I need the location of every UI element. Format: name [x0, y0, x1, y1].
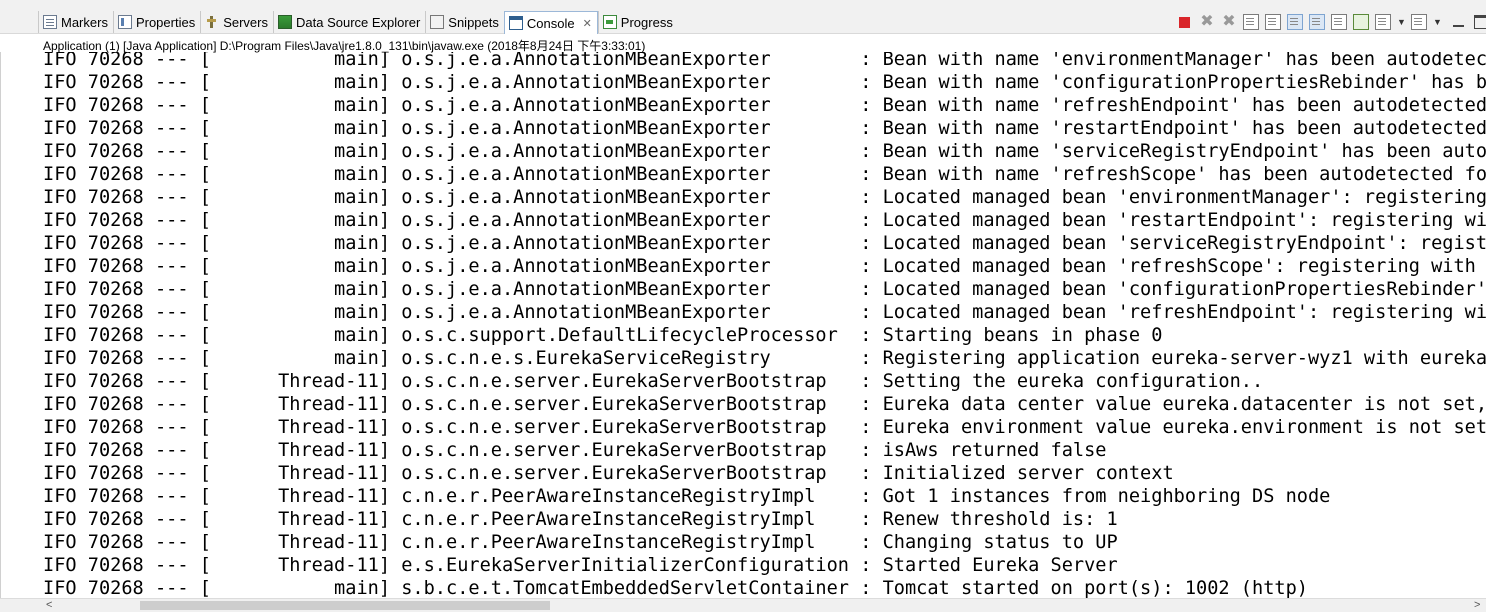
console-line: IFO 70268 --- [ main] o.s.j.e.a.Annotati… — [43, 187, 1486, 208]
open-console-icon[interactable] — [1411, 14, 1427, 30]
data-source-explorer-icon — [278, 15, 292, 29]
chevron-down-icon[interactable]: ▼ — [1397, 17, 1406, 27]
chevron-down-icon[interactable]: ▼ — [1433, 17, 1442, 27]
tab-label: Console — [526, 15, 575, 31]
scroll-lock-icon[interactable] — [1265, 14, 1281, 30]
console-line: IFO 70268 --- [ main] o.s.j.e.a.Annotati… — [43, 95, 1486, 116]
console-line: IFO 70268 --- [ Thread-11] o.s.c.n.e.ser… — [43, 417, 1486, 438]
scroll-right-icon[interactable]: > — [1474, 599, 1480, 612]
horizontal-scrollbar[interactable]: < > — [0, 598, 1486, 612]
console-line: IFO 70268 --- [ main] o.s.j.e.a.Annotati… — [43, 164, 1486, 185]
tab-snippets[interactable]: Snippets — [425, 11, 504, 33]
properties-icon — [117, 15, 132, 29]
tab-data-source-explorer[interactable]: Data Source Explorer — [273, 11, 425, 33]
console-line: IFO 70268 --- [ Thread-11] c.n.e.r.PeerA… — [43, 532, 1118, 553]
console-line: IFO 70268 --- [ main] o.s.j.e.a.Annotati… — [43, 72, 1486, 93]
console-line: IFO 70268 --- [ Thread-11] o.s.c.n.e.ser… — [43, 371, 1264, 392]
show-console-on-error-icon[interactable] — [1331, 14, 1347, 30]
console-line: IFO 70268 --- [ main] o.s.j.e.a.Annotati… — [43, 52, 1486, 70]
markers-icon — [43, 15, 57, 29]
console-line: IFO 70268 --- [ Thread-11] o.s.c.n.e.ser… — [43, 440, 1107, 461]
console-line: IFO 70268 --- [ main] o.s.j.e.a.Annotati… — [43, 141, 1486, 162]
remove-all-terminated-icon[interactable]: ✖ — [1221, 14, 1237, 30]
servers-icon — [205, 15, 219, 29]
tab-label: Data Source Explorer — [296, 14, 421, 30]
tab-console[interactable]: Console ✕ — [503, 11, 598, 34]
tab-markers[interactable]: Markers — [38, 11, 113, 33]
tab-servers[interactable]: Servers — [200, 11, 273, 33]
maximize-icon[interactable] — [1474, 15, 1486, 29]
console-line: IFO 70268 --- [ main] o.s.j.e.a.Annotati… — [43, 210, 1486, 231]
snippets-icon — [430, 15, 445, 29]
tab-label: Properties — [135, 14, 196, 30]
console-line: IFO 70268 --- [ main] o.s.j.e.a.Annotati… — [43, 118, 1486, 139]
view-tab-bar: Markers Properties Servers Data Source E… — [0, 0, 1486, 34]
console-line: IFO 70268 --- [ main] o.s.c.n.e.s.Eureka… — [43, 348, 1486, 369]
scrollbar-thumb[interactable] — [140, 601, 550, 610]
console-line: IFO 70268 --- [ main] o.s.j.e.a.Annotati… — [43, 233, 1486, 254]
view-tabs: Markers Properties Servers Data Source E… — [38, 11, 678, 34]
clear-console-icon[interactable] — [1243, 14, 1259, 30]
console-line: IFO 70268 --- [ main] o.s.j.e.a.Annotati… — [43, 256, 1486, 277]
scroll-left-icon[interactable]: < — [46, 599, 52, 612]
close-icon[interactable]: ✕ — [583, 17, 592, 30]
tab-label: Snippets — [448, 14, 499, 30]
pin-console-icon[interactable] — [1353, 14, 1369, 30]
console-toolbar: ✖ ✖ ▼ ▼ — [1176, 12, 1486, 32]
remove-launch-icon[interactable]: ✖ — [1199, 14, 1215, 30]
console-output[interactable]: IFO 70268 --- [ main] o.s.j.e.a.Annotati… — [0, 52, 1486, 598]
terminate-icon[interactable] — [1179, 16, 1190, 28]
tab-label: Servers — [223, 14, 268, 30]
console-line: IFO 70268 --- [ Thread-11] c.n.e.r.PeerA… — [43, 509, 1118, 530]
word-wrap-icon[interactable] — [1287, 14, 1303, 30]
console-line: IFO 70268 --- [ Thread-11] o.s.c.n.e.ser… — [43, 394, 1486, 415]
console-line: IFO 70268 --- [ Thread-11] c.n.e.r.PeerA… — [43, 486, 1331, 507]
tab-progress[interactable]: Progress — [597, 11, 678, 33]
tab-label: Progress — [620, 14, 673, 30]
console-line: IFO 70268 --- [ main] o.s.j.e.a.Annotati… — [43, 279, 1486, 300]
display-selected-console-icon[interactable] — [1375, 14, 1391, 30]
minimize-icon[interactable] — [1453, 25, 1464, 27]
console-line: IFO 70268 --- [ main] o.s.c.support.Defa… — [43, 325, 1163, 346]
console-line: IFO 70268 --- [ main] o.s.j.e.a.Annotati… — [43, 302, 1486, 323]
console-line: IFO 70268 --- [ Thread-11] o.s.c.n.e.ser… — [43, 463, 1174, 484]
console-line: IFO 70268 --- [ Thread-11] e.s.EurekaSer… — [43, 555, 1118, 576]
progress-icon — [602, 15, 617, 29]
show-console-on-output-icon[interactable] — [1309, 14, 1325, 30]
tab-properties[interactable]: Properties — [112, 11, 200, 33]
console-line: IFO 70268 --- [ main] s.b.c.e.t.TomcatEm… — [43, 578, 1308, 598]
console-icon — [508, 16, 523, 30]
tab-label: Markers — [61, 14, 108, 30]
